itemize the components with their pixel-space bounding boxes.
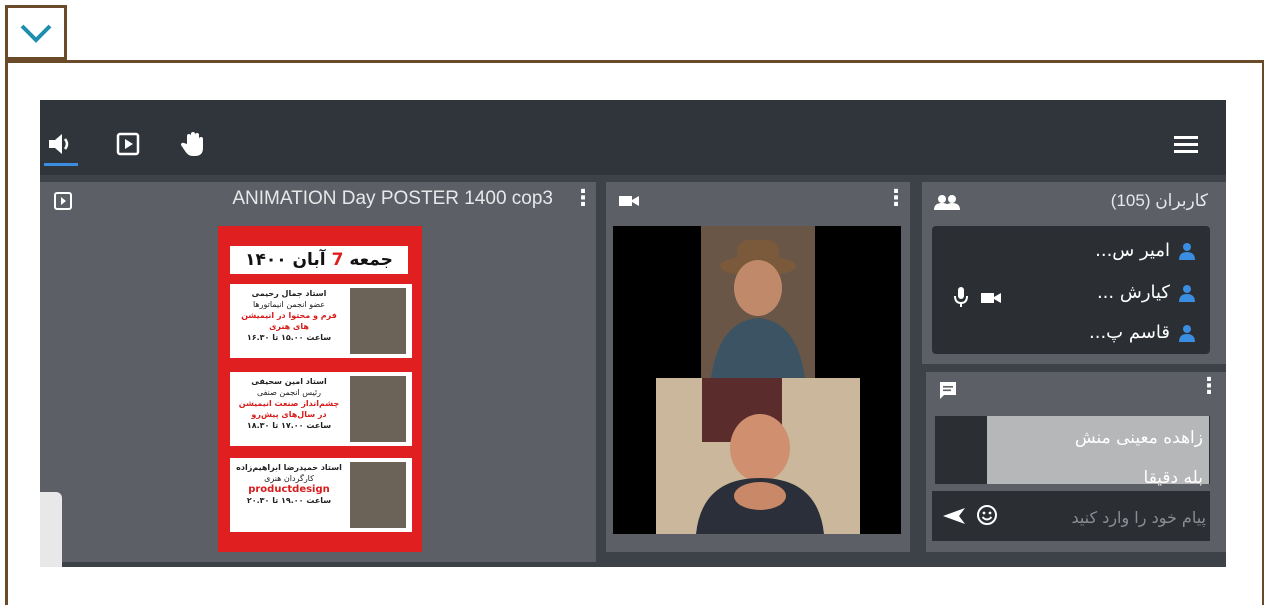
user-icon (1179, 242, 1195, 260)
chat-icon (938, 380, 958, 404)
poster-image: جمعه 7 آبان ۱۴۰۰ استاد جمال رحیمی عضو انج… (218, 226, 422, 552)
users-list: امیر س... کیارش ... قاسم پ... (932, 226, 1210, 354)
users-panel-title: کاربران (105) (1110, 191, 1208, 210)
user-name: کیارش ... (1096, 282, 1170, 303)
presentation-title: ANIMATION Day POSTER 1400 cop3 (232, 188, 553, 209)
speaker-photo (350, 462, 406, 528)
chat-messages: زاهده معینی منش بله دقیقا (935, 416, 1210, 488)
chat-input-bar (932, 491, 1210, 541)
poster-speaker: استاد امین سحیفی رئیس انجمن صنفی چشم‌انداز… (230, 372, 412, 446)
list-item[interactable]: امیر س... (1095, 240, 1196, 261)
user-name: امیر س... (1095, 240, 1170, 261)
active-tab-indicator (44, 163, 78, 166)
presentation-icon[interactable] (54, 192, 72, 214)
raise-hand-icon[interactable] (180, 130, 208, 158)
top-toolbar (40, 100, 1226, 175)
send-icon[interactable] (942, 507, 966, 529)
emoji-icon[interactable] (976, 504, 998, 530)
microphone-icon (954, 286, 968, 312)
message-text: بله دقیقا (1143, 468, 1203, 488)
webcam-feed-2 (656, 378, 860, 534)
speaker-photo (350, 288, 406, 354)
user-icon (1179, 284, 1195, 302)
chat-message: زاهده معینی منش بله دقیقا (987, 416, 1209, 488)
collapse-button[interactable] (5, 5, 67, 60)
side-tab[interactable] (40, 492, 62, 567)
webcam-feed-1 (701, 226, 815, 378)
user-name: قاسم پ... (1089, 322, 1170, 343)
speaker-photo (350, 376, 406, 442)
list-item[interactable]: کیارش ... (1097, 282, 1196, 303)
chat-message-input[interactable] (1004, 501, 1208, 533)
present-icon[interactable] (114, 130, 142, 158)
chat-menu-icon[interactable]: ⋮ (1198, 374, 1220, 399)
user-icon (1179, 324, 1195, 342)
presentation-menu-icon[interactable]: ⋮ (572, 186, 594, 211)
video-menu-icon[interactable]: ⋮ (885, 186, 907, 211)
poster-header: جمعه 7 آبان ۱۴۰۰ (230, 246, 408, 274)
poster-speaker: استاد جمال رحیمی عضو انجمن انیماتورها فرم … (230, 284, 412, 358)
list-item[interactable]: قاسم پ... (1089, 322, 1196, 343)
video-area (613, 226, 901, 534)
menu-icon[interactable] (1172, 130, 1200, 158)
message-author: زاهده معینی منش (1074, 428, 1203, 448)
speaker-icon[interactable] (46, 130, 74, 158)
camera-icon (618, 193, 640, 213)
poster-speaker: استاد حمیدرضا ابراهیم‌زاده کارگردان هنری p… (230, 458, 412, 532)
chevron-down-icon (20, 24, 52, 43)
users-group-icon (934, 194, 960, 214)
meeting-app: ANIMATION Day POSTER 1400 cop3 ⋮ جمعه 7 … (40, 100, 1226, 567)
camera-icon (980, 290, 1002, 310)
